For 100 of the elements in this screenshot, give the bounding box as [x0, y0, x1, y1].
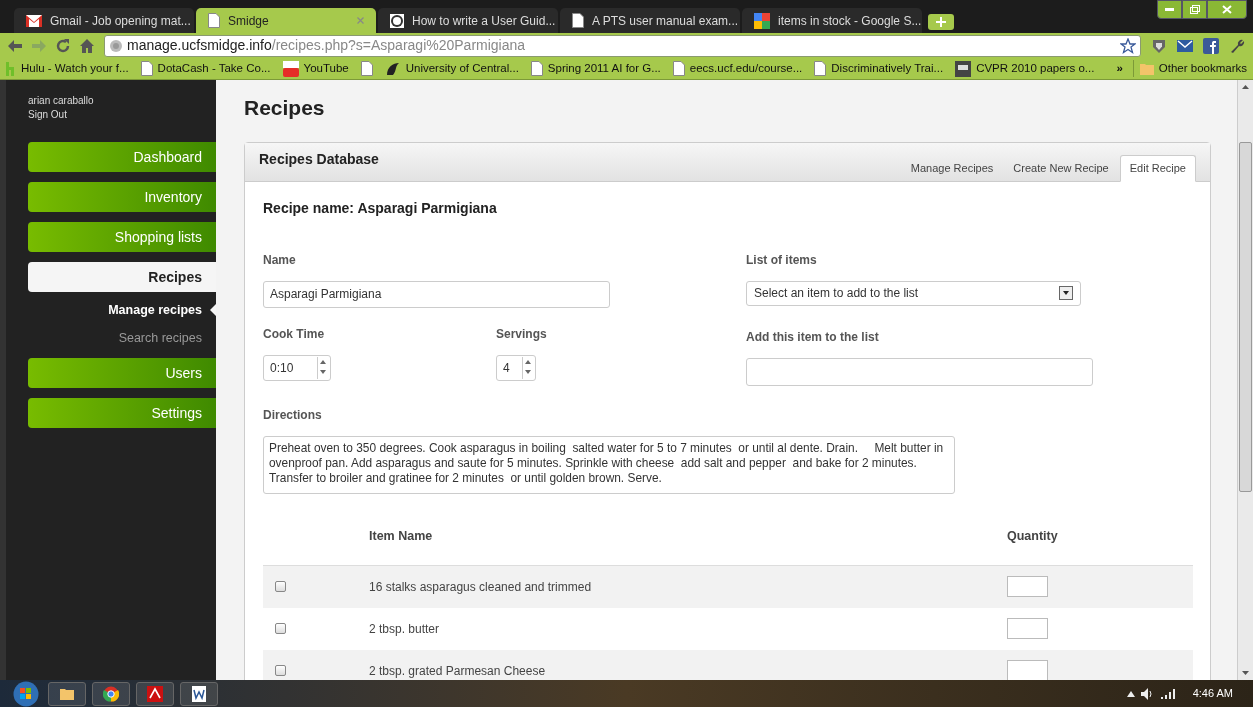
- page-icon: [572, 13, 584, 28]
- nav-subitem[interactable]: Manage recipes: [108, 300, 202, 320]
- field-label: Servings: [496, 325, 547, 343]
- plus-icon: [936, 17, 946, 27]
- logo-icon: [754, 12, 770, 29]
- field-label: List of items: [746, 251, 818, 269]
- nav-item[interactable]: Shopping lists: [28, 222, 216, 252]
- clock[interactable]: 4:46 AM: [1192, 685, 1233, 702]
- page-icon: [208, 13, 220, 28]
- bookmark[interactable]: eecs.ucf.edu/course...: [672, 59, 803, 78]
- wrench-icon[interactable]: [1229, 37, 1245, 54]
- nav-subitem[interactable]: Search recipes: [118, 328, 202, 348]
- tab-title: A PTS user manual exam...: [592, 12, 739, 30]
- table-cell-text: 2 tbsp. grated Parmesan Cheese: [369, 662, 547, 680]
- column-header: Item Name: [369, 527, 434, 545]
- nav-item[interactable]: Inventory: [28, 182, 216, 212]
- name-field[interactable]: Asparagi Parmigiana: [263, 280, 610, 308]
- add-item-field[interactable]: [746, 357, 1093, 386]
- nav-item[interactable]: Dashboard: [28, 142, 216, 172]
- tab-title: items in stock - Google S...: [778, 12, 922, 30]
- logo-icon: [6, 61, 16, 76]
- globe-icon: [109, 38, 123, 53]
- tray-arrow-icon[interactable]: [1126, 690, 1135, 697]
- browser-tab[interactable]: How to write a User Guid...: [378, 8, 558, 33]
- back-icon[interactable]: [8, 39, 22, 52]
- panel-tab[interactable]: Create New Recipe: [1004, 154, 1118, 182]
- address-bar[interactable]: manage.ucfsmidge.info/recipes.php?s=Asparagi%20Parmigiana: [104, 34, 1141, 57]
- bookmark[interactable]: Hulu - Watch your f...: [6, 59, 129, 78]
- pdf-icon: [147, 685, 163, 702]
- row-checkbox[interactable]: [275, 623, 286, 634]
- mail-icon[interactable]: [1177, 39, 1193, 52]
- shield-icon[interactable]: [1151, 37, 1167, 54]
- row-checkbox[interactable]: [275, 581, 286, 592]
- more-bookmarks-button[interactable]: »: [1116, 59, 1123, 78]
- taskbar-button[interactable]: [136, 681, 174, 706]
- bookmark-folder[interactable]: Other bookmarks: [1132, 59, 1247, 78]
- speaker-icon[interactable]: [1140, 687, 1155, 700]
- field-label: Cook Time: [263, 325, 326, 343]
- bookmark[interactable]: Spring 2011 AI for G...: [530, 59, 661, 78]
- reload-icon[interactable]: [56, 38, 70, 53]
- close-button[interactable]: [1207, 0, 1247, 19]
- nav-item[interactable]: Recipes: [28, 262, 216, 292]
- browser-tab[interactable]: Smidge: [196, 8, 376, 33]
- bookmark[interactable]: CVPR 2010 papers o...: [955, 59, 1095, 78]
- bookmark[interactable]: Discriminatively Trai...: [814, 59, 944, 78]
- minimize-button[interactable]: [1157, 0, 1182, 19]
- browser-tab[interactable]: Gmail - Job opening mat...: [14, 8, 194, 33]
- quantity-field[interactable]: [1007, 618, 1048, 639]
- servings-field[interactable]: 4: [496, 354, 536, 381]
- field-label: Name: [263, 251, 297, 269]
- taskbar-button[interactable]: [48, 681, 86, 706]
- bookmark[interactable]: YouTube: [282, 59, 349, 78]
- sign-out-link[interactable]: Sign Out: [6, 108, 67, 122]
- tab-title: Gmail - Job opening mat...: [50, 12, 191, 30]
- page-icon: [530, 61, 543, 76]
- page-icon: [814, 61, 827, 76]
- taskbar-button[interactable]: [180, 681, 218, 706]
- facebook-icon[interactable]: [1203, 37, 1219, 54]
- page-icon: [360, 61, 373, 76]
- bookmark[interactable]: DotaCash - Take Co...: [140, 59, 271, 78]
- browser-icon: [103, 685, 119, 702]
- star-icon[interactable]: [1120, 37, 1136, 54]
- minimize-icon: [1165, 8, 1174, 11]
- bookmark[interactable]: University of Central...: [384, 59, 519, 78]
- logo-icon: [384, 60, 401, 77]
- table-cell-text: 16 stalks asparagus cleaned and trimmed: [369, 578, 593, 596]
- quantity-field[interactable]: [1007, 576, 1048, 597]
- maximize-button[interactable]: [1182, 0, 1207, 19]
- nav-item[interactable]: Users: [28, 358, 216, 388]
- new-tab-button[interactable]: [928, 14, 954, 30]
- cook-time-field[interactable]: 0:10: [263, 354, 331, 381]
- folder-icon: [1139, 62, 1154, 75]
- quantity-field[interactable]: [1007, 660, 1048, 680]
- scrollbar-thumb[interactable]: [1239, 142, 1252, 492]
- browser-tab[interactable]: A PTS user manual exam...: [560, 8, 740, 33]
- nav-item[interactable]: Settings: [28, 398, 216, 428]
- field-label: Directions: [263, 406, 323, 424]
- logo-icon: [390, 13, 404, 28]
- item-dropdown[interactable]: Select an item to add to the list: [746, 280, 1081, 306]
- table-cell-text: 2 tbsp. butter: [369, 620, 441, 638]
- browser-tab[interactable]: items in stock - Google S...: [742, 8, 922, 33]
- restore-icon: [1189, 5, 1200, 14]
- directions-textarea[interactable]: Preheat oven to 350 degrees. Cook asparagus in boiling salted water for 5 to 7 minutes or until al dente. Drain. Melt butter in ovenproof pan. Add asparagus and saute for 5 minutes. Sprinkle with cheese add salt and pepper and bake for 2 minutes. Transfer to broiler and gratinee for 2 minutes or until golden brown. Serve.: [263, 435, 955, 494]
- panel-title: Recipes Database: [259, 150, 379, 169]
- bookmark[interactable]: [360, 61, 373, 76]
- dropdown-icon: [1059, 286, 1073, 300]
- page-title: Recipes: [244, 95, 326, 121]
- scrollbar[interactable]: [1237, 80, 1253, 680]
- signal-icon[interactable]: [1160, 688, 1175, 699]
- row-checkbox[interactable]: [275, 665, 286, 676]
- taskbar-button[interactable]: [92, 681, 130, 706]
- spinner-arrows[interactable]: [317, 356, 328, 379]
- spinner-arrows[interactable]: [522, 356, 533, 379]
- page-icon: [672, 61, 685, 76]
- tab-title: Smidge: [228, 12, 270, 30]
- field-label: Add this item to the list: [746, 328, 880, 346]
- tab-title: How to write a User Guid...: [412, 12, 556, 30]
- panel-tab[interactable]: Manage Recipes: [901, 154, 1003, 182]
- home-icon[interactable]: [80, 38, 94, 53]
- panel-tab[interactable]: Edit Recipe: [1119, 154, 1196, 182]
